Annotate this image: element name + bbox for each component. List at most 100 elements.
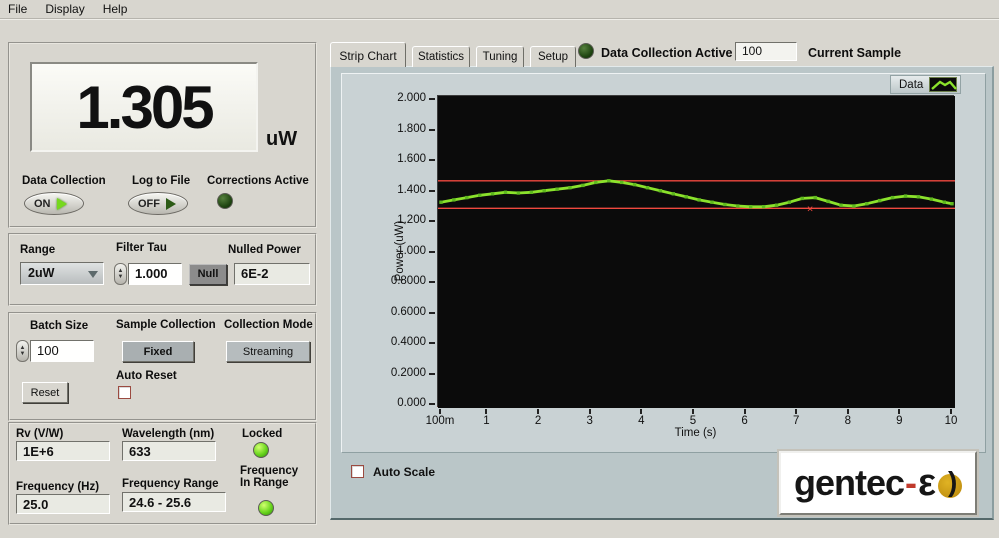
y-tick-label: 0.2000 <box>368 367 426 379</box>
data-legend-icon <box>929 77 957 92</box>
y-tick-mark <box>429 373 435 375</box>
null-button[interactable]: Null <box>189 264 227 285</box>
auto-reset-checkbox[interactable] <box>118 386 131 399</box>
x-tick-mark <box>692 409 694 414</box>
sample-collection-label: Sample Collection <box>116 319 216 331</box>
plot-area: × <box>437 95 954 407</box>
calibration-panel: Rv (V/W) 1E+6 Wavelength (nm) 633 Locked… <box>8 422 317 525</box>
frequency-in-range-led <box>258 500 274 516</box>
plot-legend[interactable]: Data <box>890 75 961 94</box>
log-to-file-state: OFF <box>138 198 160 210</box>
y-tick-mark <box>429 403 435 405</box>
power-value: 1.305 <box>76 73 211 142</box>
menu-item-file[interactable]: File <box>8 2 27 16</box>
frequency-range-label: Frequency Range <box>122 478 219 490</box>
x-tick-mark <box>950 409 952 414</box>
x-tick-mark <box>847 409 849 414</box>
rv-label: Rv (V/W) <box>16 428 63 440</box>
logo-paren: ) <box>948 466 957 498</box>
batch-size-field[interactable]: 100 <box>30 340 94 362</box>
plot-cursor[interactable]: × <box>807 203 813 215</box>
current-sample-label: Current Sample <box>808 46 901 60</box>
y-tick-mark <box>429 129 435 131</box>
y-tick-mark <box>429 98 435 100</box>
toggle-arrow-icon <box>57 198 67 210</box>
nulled-power-field: 6E-2 <box>234 263 310 285</box>
x-tick-mark <box>744 409 746 414</box>
frequency-label: Frequency (Hz) <box>16 481 99 493</box>
logo-disc-icon: ) <box>938 474 962 498</box>
x-tick-label: 9 <box>877 415 921 427</box>
y-tick-label: 0.6000 <box>368 306 426 318</box>
locked-led <box>253 442 269 458</box>
filter-tau-label: Filter Tau <box>116 242 167 254</box>
data-collection-label: Data Collection <box>22 175 106 187</box>
menu-item-display[interactable]: Display <box>45 2 84 16</box>
logo-hyphen: - <box>905 462 917 504</box>
x-tick-mark <box>485 409 487 414</box>
rv-field: 1E+6 <box>16 441 110 461</box>
tab-setup[interactable]: Setup <box>530 46 576 67</box>
data-collection-toggle[interactable]: ON <box>24 192 84 215</box>
filter-tau-field[interactable]: 1.000 <box>128 263 182 285</box>
range-dropdown[interactable]: 2uW <box>20 262 104 285</box>
range-label: Range <box>20 244 55 256</box>
x-tick-label: 6 <box>723 415 767 427</box>
frequency-field: 25.0 <box>16 494 110 514</box>
batch-size-spinner[interactable]: ▲▼ <box>16 340 29 362</box>
y-tick-mark <box>429 281 435 283</box>
x-tick-label: 5 <box>671 415 715 427</box>
auto-scale-checkbox[interactable] <box>351 465 364 478</box>
batch-panel: Batch Size Sample Collection Collection … <box>8 312 317 421</box>
collection-mode-button[interactable]: Streaming <box>226 341 310 362</box>
strip-chart-page: Data × Power (uW) Time (s) 2.0001.8001.6… <box>330 66 994 520</box>
data-collection-active-led <box>578 43 594 59</box>
y-tick-label: 1.800 <box>368 123 426 135</box>
y-tick-mark <box>429 190 435 192</box>
range-value: 2uW <box>28 266 54 280</box>
x-tick-label: 1 <box>464 415 508 427</box>
data-collection-state: ON <box>34 198 51 210</box>
y-tick-label: 0.000 <box>368 397 426 409</box>
sample-collection-button[interactable]: Fixed <box>122 341 194 362</box>
locked-label: Locked <box>242 428 282 440</box>
x-tick-mark <box>640 409 642 414</box>
x-tick-mark <box>898 409 900 414</box>
auto-reset-label: Auto Reset <box>116 370 177 382</box>
log-to-file-toggle[interactable]: OFF <box>128 192 188 215</box>
menu-item-help[interactable]: Help <box>103 2 128 16</box>
x-tick-label: 10 <box>929 415 973 427</box>
y-tick-label: 1.000 <box>368 245 426 257</box>
nulled-power-label: Nulled Power <box>228 244 301 256</box>
legend-label: Data <box>899 79 923 91</box>
batch-size-label: Batch Size <box>30 320 88 332</box>
x-tick-label: 2 <box>516 415 560 427</box>
range-panel: Range Filter Tau Nulled Power 2uW ▲▼ 1.0… <box>8 233 317 306</box>
y-tick-mark <box>429 220 435 222</box>
x-tick-label: 4 <box>619 415 663 427</box>
menu-bar: File Display Help <box>0 0 999 19</box>
data-collection-active-label: Data Collection Active <box>601 46 733 60</box>
toggle-arrow-icon <box>166 198 176 210</box>
y-tick-label: 0.4000 <box>368 336 426 348</box>
y-tick-mark <box>429 312 435 314</box>
x-axis-title: Time (s) <box>437 427 954 439</box>
auto-scale-label: Auto Scale <box>373 465 435 479</box>
y-tick-mark <box>429 159 435 161</box>
x-tick-label: 3 <box>568 415 612 427</box>
chevron-down-icon <box>88 271 98 278</box>
reset-button[interactable]: Reset <box>22 382 68 403</box>
wavelength-field: 633 <box>122 441 216 461</box>
gentec-logo: gentec - ε ) <box>779 451 977 515</box>
filter-tau-spinner[interactable]: ▲▼ <box>114 263 127 285</box>
power-readout-display: 1.305 <box>30 62 258 152</box>
tab-strip-chart[interactable]: Strip Chart <box>330 42 406 67</box>
wavelength-label: Wavelength (nm) <box>122 428 214 440</box>
tab-statistics[interactable]: Statistics <box>412 46 470 67</box>
x-tick-mark <box>537 409 539 414</box>
current-sample-field: 100 <box>735 42 797 61</box>
logo-epsilon: ε <box>918 462 936 505</box>
tab-tuning[interactable]: Tuning <box>476 46 524 67</box>
x-tick-label: 8 <box>826 415 870 427</box>
x-tick-label: 100m <box>418 415 462 427</box>
